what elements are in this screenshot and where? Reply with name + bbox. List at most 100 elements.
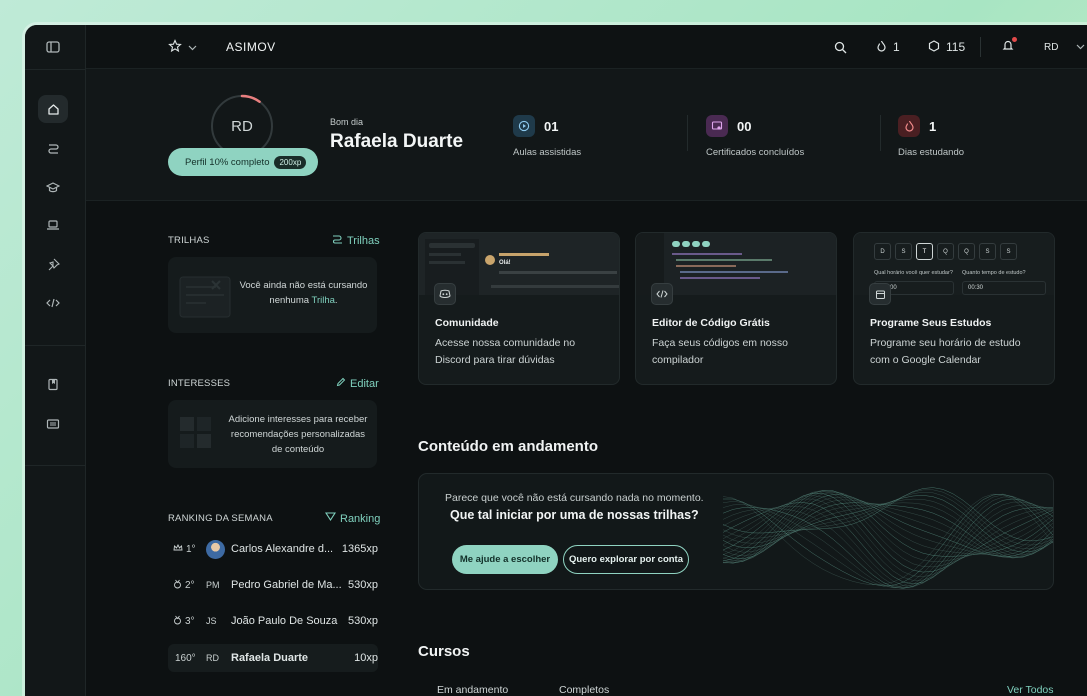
interesses-heading: INTERESSES: [168, 378, 231, 389]
profile-completion-label: Perfil 10% completo: [185, 156, 270, 168]
crown-icon: [173, 543, 183, 555]
trilhas-empty-card: Você ainda não está cursando nenhuma Tri…: [168, 257, 377, 333]
interesses-empty-text: Adicione interesses para receber recomend…: [228, 414, 368, 455]
stat-value: 01: [544, 119, 559, 134]
wave-line: [723, 502, 1053, 559]
trilhas-empty-text: Você ainda não está cursando nenhuma Tri…: [239, 280, 368, 306]
avatar: PM: [206, 580, 220, 590]
play-icon: [513, 115, 535, 137]
profile-completion-badge[interactable]: Perfil 10% completo 200xp: [168, 148, 318, 176]
sidebar-toggle-icon[interactable]: [38, 33, 68, 61]
lives-value: 1: [893, 40, 900, 54]
duration-value: 00:30: [968, 285, 984, 291]
laptop-icon[interactable]: [38, 211, 68, 239]
wave-decoration: [723, 487, 1053, 589]
ranking-row[interactable]: 1° Carlos Alexandre d... 1365xp: [168, 535, 378, 563]
sidebar: [25, 25, 86, 696]
stat-label: Aulas assistidas: [513, 147, 582, 158]
duration-question: Quanto tempo de estudo?: [962, 270, 1026, 276]
ranking-link-label: Ranking: [340, 512, 381, 525]
card-title: Comunidade: [435, 317, 499, 329]
help-me-choose-button[interactable]: Me ajude a escolher: [452, 545, 558, 574]
notifications-button[interactable]: [1002, 25, 1017, 69]
wave-line: [723, 490, 1053, 563]
trails-icon[interactable]: [38, 134, 68, 162]
code-icon[interactable]: [38, 289, 68, 317]
chevron-down-icon: [188, 40, 197, 54]
ranking-row-current-user[interactable]: 160° RD Rafaela Duarte 10xp: [168, 644, 378, 672]
map-illustration: [179, 276, 231, 318]
interesses-empty-card: Adicione interesses para receber recomend…: [168, 400, 377, 468]
rank-position: 160°: [175, 652, 196, 664]
star-icon: [168, 38, 182, 56]
lives-counter[interactable]: 1: [876, 25, 900, 69]
edit-interests-link[interactable]: Editar: [336, 377, 379, 390]
avatar: RD: [206, 653, 219, 663]
puzzle-illustration: [180, 417, 211, 448]
bell-icon: [1002, 37, 1017, 55]
stat-label: Certificados concluídos: [706, 147, 805, 158]
community-card[interactable]: Olá! Comunidade Acesse nossa comunidade …: [418, 232, 620, 385]
trilhas-link[interactable]: Trilhas: [332, 234, 380, 247]
rank-xp: 10xp: [354, 652, 378, 664]
bookmark-icon[interactable]: [38, 370, 68, 398]
ranking-row[interactable]: 3° JS João Paulo De Souza 530xp: [168, 607, 378, 635]
tab-completed[interactable]: Completos: [559, 684, 609, 696]
favorites-button[interactable]: [168, 25, 197, 69]
app-window: ASIMOV 1 115 RD RD Perfil 10% completo 2…: [25, 25, 1087, 696]
trilhas-heading: TRILHAS: [168, 235, 210, 246]
rank-xp: 530xp: [348, 615, 378, 627]
explore-on-my-own-button[interactable]: Quero explorar por conta: [563, 545, 689, 574]
medal-icon: [173, 579, 182, 592]
weekday-selector: D S T Q Q S S: [874, 243, 1017, 260]
fire-icon: [876, 40, 887, 55]
rank-xp: 1365xp: [341, 543, 378, 555]
stat-value: 00: [737, 119, 752, 134]
courses-heading: Cursos: [418, 643, 470, 660]
home-icon[interactable]: [38, 95, 68, 123]
hexagon-icon: [928, 39, 940, 55]
coins-counter[interactable]: 115: [928, 25, 965, 69]
code-icon: [651, 283, 673, 305]
medal-icon: [173, 615, 182, 628]
coins-value: 115: [946, 40, 966, 54]
code-editor-card[interactable]: Editor de Código Grátis Faça seus código…: [635, 232, 837, 385]
card-title: Editor de Código Grátis: [652, 317, 770, 329]
stat-value: 1: [929, 119, 937, 134]
calendar-icon: [869, 283, 891, 305]
tab-in-progress[interactable]: Em andamento: [437, 684, 508, 696]
trilha-link[interactable]: Trilha: [312, 295, 335, 306]
ranking-row[interactable]: 2° PM Pedro Gabriel de Ma... 530xp: [168, 571, 378, 599]
preview-greeting: Olá!: [499, 260, 511, 266]
study-schedule-card[interactable]: D S T Q Q S S Qual horário você quer est…: [853, 232, 1055, 385]
user-menu[interactable]: RD: [1044, 25, 1085, 69]
ranking-heading: RANKING DA SEMANA: [168, 513, 273, 524]
rank-name: Rafaela Duarte: [231, 652, 309, 664]
chevron-down-icon: [1076, 42, 1085, 53]
discord-icon: [434, 283, 456, 305]
pin-icon[interactable]: [38, 250, 68, 278]
graduation-icon[interactable]: [38, 173, 68, 201]
trilhas-link-label: Trilhas: [347, 234, 380, 247]
ranking-link[interactable]: Ranking: [324, 512, 381, 525]
pencil-icon: [336, 377, 346, 390]
avatar: [206, 539, 231, 559]
rank-position: 3°: [185, 615, 195, 627]
time-question: Qual horário você quer estudar?: [874, 270, 953, 276]
progress-empty-question: Que tal iniciar por uma de nossas trilha…: [450, 508, 699, 522]
avatar: JS: [206, 616, 217, 626]
time-value: 00: [890, 285, 897, 291]
profile-completion-xp: 200xp: [274, 155, 307, 169]
top-bar: ASIMOV 1 115 RD: [86, 25, 1087, 69]
certificate-icon: [706, 115, 728, 137]
card-description: Programe seu horário de estudo com o Goo…: [870, 337, 1021, 366]
edit-interests-label: Editar: [350, 377, 379, 390]
fire-icon: [898, 115, 920, 137]
news-icon[interactable]: [38, 410, 68, 438]
card-description: Acesse nossa comunidade no Discord para …: [435, 337, 576, 366]
card-description: Faça seus códigos em nosso compilador: [652, 337, 788, 366]
see-all-link[interactable]: Ver Todos: [1007, 684, 1054, 696]
search-icon[interactable]: [834, 25, 847, 69]
trophy-icon: [324, 512, 337, 525]
app-logo[interactable]: ASIMOV: [226, 25, 276, 69]
